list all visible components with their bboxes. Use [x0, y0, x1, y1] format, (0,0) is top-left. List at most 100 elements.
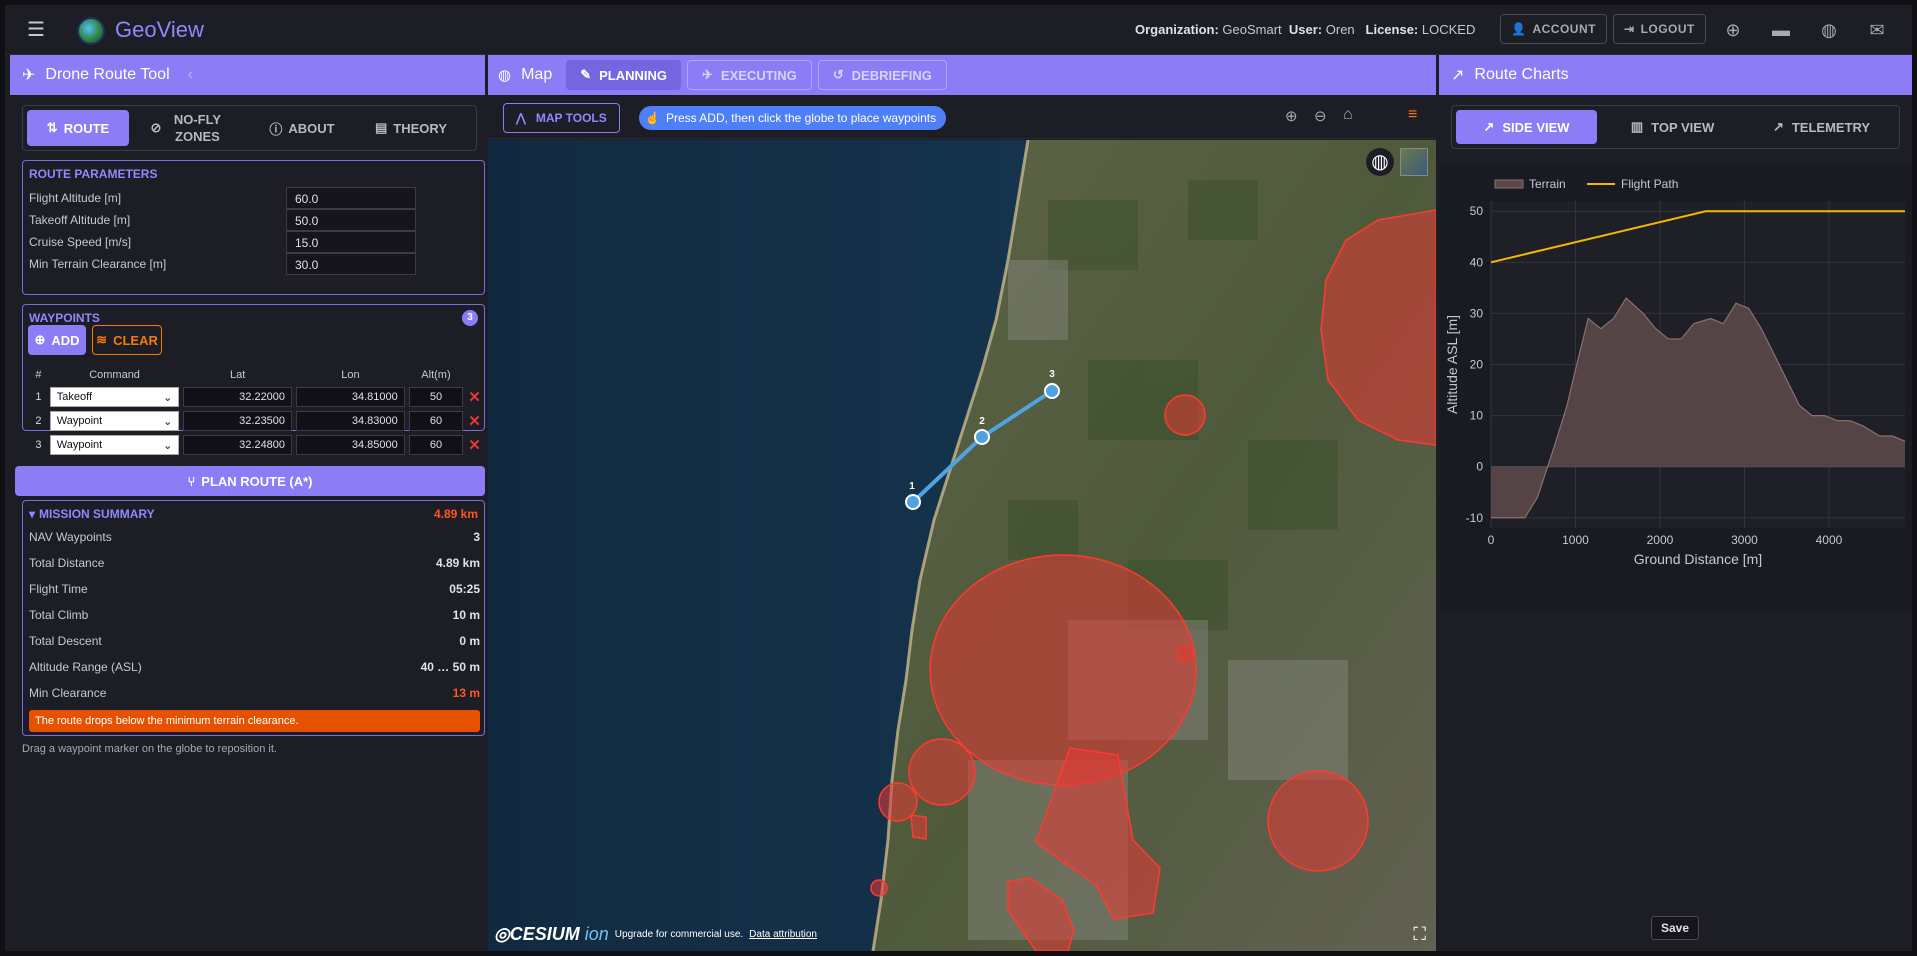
- lat-input[interactable]: 32.22000: [183, 387, 293, 407]
- cruise-speed-input[interactable]: 15.0: [286, 231, 416, 253]
- clear-waypoints-button[interactable]: ≋ CLEAR: [92, 325, 162, 355]
- base-layer-picker[interactable]: [1400, 148, 1428, 176]
- brand-title[interactable]: GeoView: [115, 17, 204, 43]
- tab-planning[interactable]: ✎ PLANNING: [566, 60, 682, 90]
- alt-input[interactable]: 50: [408, 387, 464, 407]
- map-tools-label: MAP TOOLS: [535, 111, 607, 125]
- tab-no-fly-zones[interactable]: ⊘ NO-FLY ZONES: [129, 110, 249, 146]
- add-waypoint-button[interactable]: ⊕ ADD: [28, 325, 86, 355]
- no-fly-zone[interactable]: [1164, 394, 1206, 436]
- compass-icon: ⋀: [516, 111, 526, 125]
- tab-telemetry[interactable]: ↗ TELEMETRY: [1748, 110, 1895, 144]
- data-attribution-link[interactable]: Data attribution: [749, 929, 817, 940]
- tab-debriefing[interactable]: ↺ DEBRIEFING: [817, 60, 947, 90]
- zoom-out-icon[interactable]: ⊖: [1314, 107, 1327, 125]
- takeoff-altitude-input[interactable]: 50.0: [286, 209, 416, 231]
- alt-input[interactable]: 60: [408, 411, 464, 431]
- column-header: Lon: [341, 369, 360, 381]
- x-tick-label: 1000: [1562, 533, 1589, 547]
- map-canvas[interactable]: 1 2 3: [488, 140, 1436, 951]
- cesium-ion-text: ion: [584, 924, 609, 944]
- alt-input[interactable]: 60: [408, 435, 464, 455]
- param-row: Cruise Speed [m/s] 15.0: [29, 231, 478, 253]
- monitor-icon[interactable]: ▬: [1768, 17, 1794, 43]
- delete-icon[interactable]: ✕: [468, 437, 481, 454]
- user-value: Oren: [1325, 22, 1355, 37]
- min-clearance-input[interactable]: 30.0: [286, 253, 416, 275]
- chat-icon[interactable]: ✉: [1864, 17, 1890, 43]
- book-icon: ▤: [375, 120, 388, 135]
- summary-value: 13 m: [452, 686, 480, 700]
- flight-altitude-input[interactable]: 60.0: [286, 187, 416, 209]
- column-header: #: [35, 369, 42, 381]
- clear-label: CLEAR: [113, 332, 158, 348]
- y-tick-label: 50: [1470, 204, 1484, 218]
- no-fly-zone[interactable]: [908, 738, 976, 806]
- lon-input[interactable]: 34.83000: [296, 411, 405, 431]
- summary-label: Flight Time: [29, 582, 88, 596]
- no-fly-zone[interactable]: [1267, 770, 1369, 872]
- waypoint-marker[interactable]: [905, 494, 921, 510]
- collapse-chevron-icon[interactable]: ‹: [188, 66, 193, 84]
- layers-icon[interactable]: ≡: [1408, 106, 1417, 124]
- org-info: Organization: GeoSmart User: Oren Licens…: [1135, 22, 1475, 37]
- tab-side-view[interactable]: ↗ SIDE VIEW: [1456, 110, 1598, 144]
- zoom-in-icon[interactable]: ⊕: [1285, 107, 1298, 125]
- lat-input[interactable]: 32.23500: [183, 411, 293, 431]
- no-fly-zone[interactable]: [870, 879, 888, 897]
- tab-theory[interactable]: ▤ THEORY: [355, 110, 467, 146]
- globe-mode-icon[interactable]: ◍: [1366, 148, 1394, 176]
- language-globe-icon[interactable]: ◍: [1816, 17, 1842, 43]
- tab-executing[interactable]: ✈ EXECUTING: [687, 60, 812, 90]
- no-fly-zone[interactable]: [929, 554, 1197, 786]
- command-select[interactable]: Waypoint ⌄: [49, 435, 180, 455]
- top-bar: ☰ GeoView Organization: GeoSmart User: O…: [5, 5, 1912, 55]
- summary-label: Total Climb: [29, 608, 89, 622]
- summary-row: NAV Waypoints 3: [29, 530, 480, 550]
- summary-value: 40 … 50 m: [420, 660, 480, 674]
- delete-icon[interactable]: ✕: [468, 413, 481, 430]
- x-tick-label: 2000: [1647, 533, 1674, 547]
- drone-route-panel: ✈ Drone Route Tool ‹ ⇅ ROUTE ⊘ NO-FLY ZONE…: [10, 55, 485, 951]
- map-tools-button[interactable]: ⋀ MAP TOOLS: [503, 103, 620, 133]
- param-row: Takeoff Altitude [m] 50.0: [29, 209, 478, 231]
- mode-tabs: ✎ PLANNING ✈ EXECUTING ↺ DEBRIEFING: [566, 60, 947, 90]
- add-circle-icon[interactable]: ⊕: [1720, 17, 1746, 43]
- delete-icon[interactable]: ✕: [468, 389, 481, 406]
- fullscreen-icon[interactable]: ⛶: [1413, 924, 1426, 945]
- menu-icon[interactable]: ☰: [27, 19, 49, 41]
- y-axis-label: Altitude ASL [m]: [1444, 315, 1460, 414]
- waypoint-marker[interactable]: [1044, 383, 1060, 399]
- lon-input[interactable]: 34.81000: [296, 387, 405, 407]
- table-row: 1 Takeoff ⌄ 32.22000 34.81000 50 ✕: [29, 385, 484, 409]
- param-row: Min Terrain Clearance [m] 30.0: [29, 253, 478, 275]
- panel-header: ✈ Drone Route Tool ‹: [10, 55, 485, 95]
- lat-input[interactable]: 32.24800: [183, 435, 293, 455]
- save-button[interactable]: Save: [1651, 916, 1699, 940]
- map-hint-chip: ☝ Press ADD, then click the globe to plac…: [639, 106, 947, 130]
- info-icon: ⓘ: [269, 121, 283, 137]
- tab-label: SIDE VIEW: [1502, 119, 1570, 135]
- mission-summary-header[interactable]: ▾ MISSION SUMMARY: [29, 507, 155, 521]
- lon-input[interactable]: 34.85000: [296, 435, 405, 455]
- marker-label: 3: [1049, 369, 1055, 380]
- waypoint-marker[interactable]: [974, 429, 990, 445]
- command-select[interactable]: Waypoint ⌄: [49, 411, 180, 431]
- command-value: Waypoint: [56, 415, 103, 427]
- y-tick-label: -10: [1466, 511, 1484, 525]
- plan-route-button[interactable]: ⑂ PLAN ROUTE (A*): [15, 466, 485, 496]
- pin-icon: ✎: [580, 67, 592, 82]
- account-button[interactable]: 👤 ACCOUNT: [1500, 14, 1607, 44]
- marker-label: 1: [909, 481, 915, 492]
- globe-view[interactable]: 1 2 3 ◍ ◎CESIUM ion Upgrade for commerci…: [488, 140, 1436, 951]
- command-select[interactable]: Takeoff ⌄: [49, 387, 180, 407]
- no-fly-zone[interactable]: [910, 814, 927, 840]
- home-icon[interactable]: ⌂: [1343, 106, 1353, 124]
- tab-route[interactable]: ⇅ ROUTE: [27, 110, 129, 146]
- tab-top-view[interactable]: ▥ TOP VIEW: [1603, 110, 1742, 144]
- waypoints-title: WAYPOINTS: [29, 311, 100, 325]
- tab-about[interactable]: ⓘ ABOUT: [249, 110, 355, 146]
- chevron-down-icon: ⌄: [163, 440, 173, 452]
- logout-button[interactable]: ⇥ LOGOUT: [1613, 14, 1706, 44]
- y-tick-label: 20: [1470, 358, 1484, 372]
